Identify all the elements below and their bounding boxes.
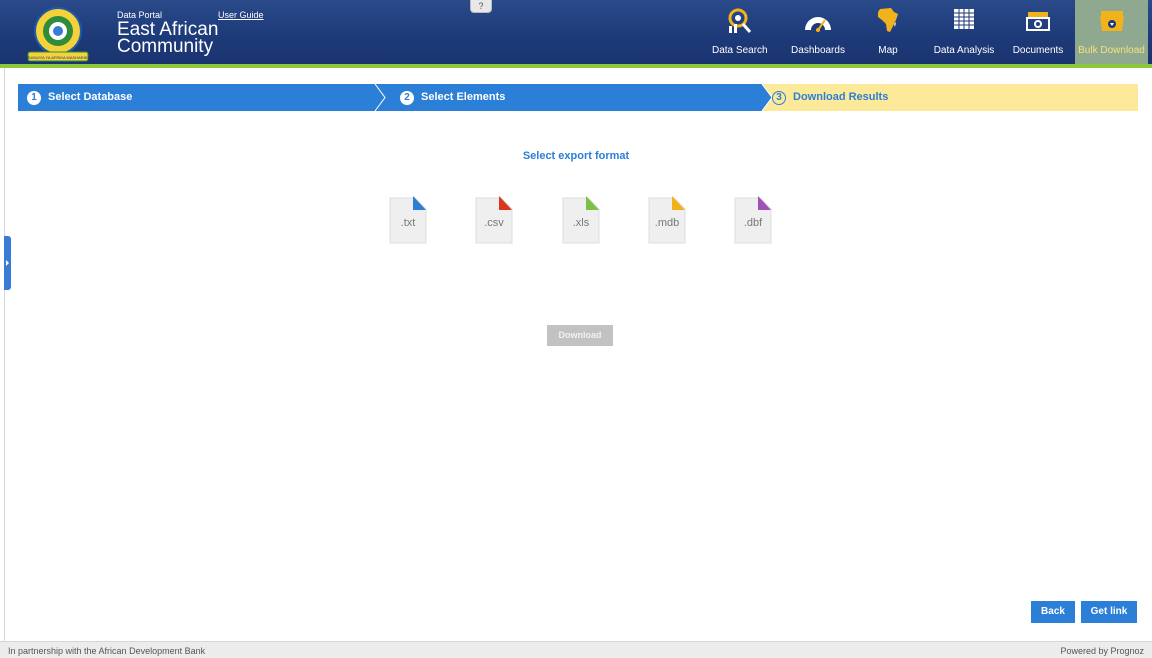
nav-data-search[interactable]: Data Search — [712, 0, 768, 64]
africa-map-icon — [878, 8, 898, 32]
nav-label: Map — [878, 45, 898, 56]
step-download-results: 3 Download Results — [772, 84, 888, 111]
help-tab[interactable]: ? — [470, 0, 492, 13]
file-extension-label: .xls — [572, 217, 590, 229]
file-extension-label: .csv — [484, 217, 504, 229]
brand-name: East African Community — [117, 19, 219, 57]
logo-banner-text: JUMUIYA YA AFRIKA MASHARIKI — [27, 55, 88, 60]
chevron-right-icon — [6, 260, 9, 266]
step-label: Select Elements — [421, 91, 506, 103]
step-number: 1 — [27, 90, 41, 105]
app-root: JUMUIYA YA AFRIKA MASHARIKI Data Portal … — [0, 0, 1152, 658]
nav-label: Documents — [1012, 45, 1064, 56]
nav-data-analysis[interactable]: Data Analysis — [932, 0, 996, 64]
footer: In partnership with the African Developm… — [0, 641, 1152, 658]
powered-by-text: Powered by Prognoz — [1060, 646, 1144, 656]
header-accent-strip — [0, 64, 1152, 68]
gauge-icon — [805, 17, 831, 32]
step-number: 3 — [772, 90, 786, 105]
grid-table-icon — [954, 9, 974, 29]
format-option-csv[interactable]: .csv — [475, 196, 513, 244]
step-select-database[interactable]: 1 Select Database — [27, 84, 132, 111]
download-button[interactable]: Download — [547, 325, 613, 346]
step-label: Download Results — [793, 91, 889, 103]
nav-map[interactable]: Map — [872, 0, 904, 64]
side-panel-toggle[interactable] — [4, 236, 11, 290]
file-extension-label: .mdb — [654, 217, 680, 229]
partnership-text: In partnership with the African Developm… — [8, 646, 206, 656]
nav-label: Dashboards — [791, 45, 845, 56]
eac-logo: JUMUIYA YA AFRIKA MASHARIKI — [27, 7, 89, 62]
format-option-dbf[interactable]: .dbf — [734, 196, 772, 244]
step-wizard-bar — [18, 84, 1138, 111]
nav-label: Bulk Download — [1078, 45, 1145, 56]
back-button[interactable]: Back — [1031, 601, 1075, 623]
nav-documents[interactable]: Documents — [1010, 0, 1066, 64]
file-extension-label: .txt — [400, 217, 416, 229]
nav-label: Data Analysis — [933, 45, 995, 56]
nav-label: Data Search — [712, 45, 768, 56]
user-guide-link[interactable]: User Guide — [218, 10, 264, 20]
download-folder-icon — [1099, 11, 1124, 31]
document-folder-icon — [1026, 12, 1050, 31]
top-header: JUMUIYA YA AFRIKA MASHARIKI Data Portal … — [0, 0, 1152, 64]
format-option-xls[interactable]: .xls — [562, 196, 600, 244]
format-option-mdb[interactable]: .mdb — [648, 196, 686, 244]
file-extension-label: .dbf — [743, 217, 763, 229]
get-link-button[interactable]: Get link — [1081, 601, 1137, 623]
step-number: 2 — [400, 90, 414, 105]
step-label: Select Database — [48, 91, 133, 103]
step-select-elements[interactable]: 2 Select Elements — [400, 84, 505, 111]
search-icon — [728, 8, 752, 33]
export-format-title: Select export format — [522, 150, 630, 162]
nav-bulk-download[interactable]: Bulk Download — [1075, 0, 1148, 64]
format-option-txt[interactable]: .txt — [389, 196, 427, 244]
step-wizard: 1 Select Database 2 Select Elements 3 Do… — [18, 84, 1138, 111]
nav-dashboards[interactable]: Dashboards — [790, 0, 846, 64]
